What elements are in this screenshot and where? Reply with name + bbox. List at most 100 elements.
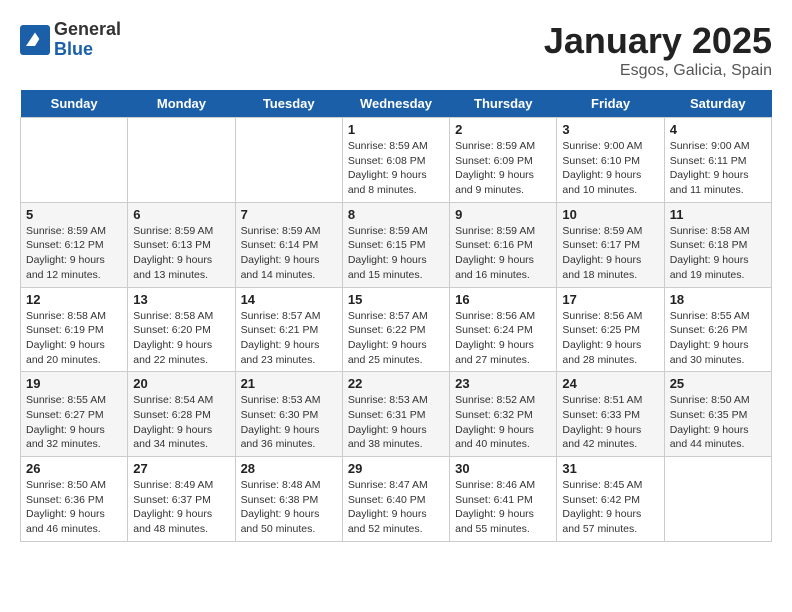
day-number: 2 — [455, 122, 551, 137]
calendar-cell — [21, 118, 128, 203]
day-info: Sunrise: 8:51 AM Sunset: 6:33 PM Dayligh… — [562, 393, 658, 452]
calendar-cell: 28 Sunrise: 8:48 AM Sunset: 6:38 PM Dayli… — [235, 457, 342, 542]
calendar-cell: 11 Sunrise: 8:58 AM Sunset: 6:18 PM Dayli… — [664, 202, 771, 287]
title-block: January 2025 Esgos, Galicia, Spain — [544, 20, 772, 80]
day-info: Sunrise: 8:53 AM Sunset: 6:30 PM Dayligh… — [241, 393, 337, 452]
calendar-cell — [235, 118, 342, 203]
logo-text: General Blue — [54, 20, 121, 60]
calendar-cell: 21 Sunrise: 8:53 AM Sunset: 6:30 PM Dayli… — [235, 372, 342, 457]
day-number: 11 — [670, 207, 766, 222]
calendar-cell: 19 Sunrise: 8:55 AM Sunset: 6:27 PM Dayli… — [21, 372, 128, 457]
day-info: Sunrise: 9:00 AM Sunset: 6:11 PM Dayligh… — [670, 139, 766, 198]
day-number: 20 — [133, 376, 229, 391]
calendar-cell: 29Sunrise: 8:47 AM Sunset: 6:40 PM Dayli… — [342, 457, 449, 542]
location-title: Esgos, Galicia, Spain — [544, 62, 772, 80]
weekday-header-tuesday: Tuesday — [235, 90, 342, 118]
day-info: Sunrise: 8:58 AM Sunset: 6:19 PM Dayligh… — [26, 309, 122, 368]
day-info: Sunrise: 8:57 AM Sunset: 6:21 PM Dayligh… — [241, 309, 337, 368]
calendar-cell: 30 Sunrise: 8:46 AM Sunset: 6:41 PM Dayli… — [450, 457, 557, 542]
day-info: Sunrise: 8:53 AM Sunset: 6:31 PM Dayligh… — [348, 393, 444, 452]
logo: General Blue — [20, 20, 121, 60]
day-info: Sunrise: 8:56 AM Sunset: 6:24 PM Dayligh… — [455, 309, 551, 368]
calendar-header: SundayMondayTuesdayWednesdayThursdayFrid… — [21, 90, 772, 118]
day-info: Sunrise: 8:45 AM Sunset: 6:42 PM Dayligh… — [562, 478, 658, 537]
calendar-cell: 15Sunrise: 8:57 AM Sunset: 6:22 PM Dayli… — [342, 287, 449, 372]
day-info: Sunrise: 8:59 AM Sunset: 6:16 PM Dayligh… — [455, 224, 551, 283]
weekday-header-saturday: Saturday — [664, 90, 771, 118]
calendar-cell: 22 Sunrise: 8:53 AM Sunset: 6:31 PM Dayli… — [342, 372, 449, 457]
calendar-cell: 23 Sunrise: 8:52 AM Sunset: 6:32 PM Dayli… — [450, 372, 557, 457]
calendar-cell: 17 Sunrise: 8:56 AM Sunset: 6:25 PM Dayli… — [557, 287, 664, 372]
calendar-week-row: 19 Sunrise: 8:55 AM Sunset: 6:27 PM Dayli… — [21, 372, 772, 457]
day-number: 14 — [241, 292, 337, 307]
day-info: Sunrise: 8:48 AM Sunset: 6:38 PM Dayligh… — [241, 478, 337, 537]
calendar-cell: 12Sunrise: 8:58 AM Sunset: 6:19 PM Dayli… — [21, 287, 128, 372]
weekday-header-monday: Monday — [128, 90, 235, 118]
day-number: 25 — [670, 376, 766, 391]
day-info: Sunrise: 8:46 AM Sunset: 6:41 PM Dayligh… — [455, 478, 551, 537]
day-info: Sunrise: 8:52 AM Sunset: 6:32 PM Dayligh… — [455, 393, 551, 452]
weekday-header-row: SundayMondayTuesdayWednesdayThursdayFrid… — [21, 90, 772, 118]
day-info: Sunrise: 8:59 AM Sunset: 6:09 PM Dayligh… — [455, 139, 551, 198]
day-number: 24 — [562, 376, 658, 391]
day-number: 22 — [348, 376, 444, 391]
logo-blue: Blue — [54, 40, 121, 60]
logo-icon — [20, 25, 50, 55]
calendar-cell: 20 Sunrise: 8:54 AM Sunset: 6:28 PM Dayli… — [128, 372, 235, 457]
day-number: 23 — [455, 376, 551, 391]
day-info: Sunrise: 8:49 AM Sunset: 6:37 PM Dayligh… — [133, 478, 229, 537]
calendar-cell: 7 Sunrise: 8:59 AM Sunset: 6:14 PM Daylig… — [235, 202, 342, 287]
day-number: 21 — [241, 376, 337, 391]
day-info: Sunrise: 8:54 AM Sunset: 6:28 PM Dayligh… — [133, 393, 229, 452]
logo-general: General — [54, 20, 121, 40]
day-number: 17 — [562, 292, 658, 307]
day-number: 1 — [348, 122, 444, 137]
page-header: General Blue January 2025 Esgos, Galicia… — [20, 20, 772, 80]
day-number: 4 — [670, 122, 766, 137]
day-number: 31 — [562, 461, 658, 476]
day-number: 30 — [455, 461, 551, 476]
day-info: Sunrise: 8:59 AM Sunset: 6:17 PM Dayligh… — [562, 224, 658, 283]
day-number: 28 — [241, 461, 337, 476]
calendar-cell: 27Sunrise: 8:49 AM Sunset: 6:37 PM Dayli… — [128, 457, 235, 542]
calendar-cell: 8Sunrise: 8:59 AM Sunset: 6:15 PM Daylig… — [342, 202, 449, 287]
calendar-cell: 26Sunrise: 8:50 AM Sunset: 6:36 PM Dayli… — [21, 457, 128, 542]
day-info: Sunrise: 8:58 AM Sunset: 6:18 PM Dayligh… — [670, 224, 766, 283]
day-info: Sunrise: 8:56 AM Sunset: 6:25 PM Dayligh… — [562, 309, 658, 368]
weekday-header-friday: Friday — [557, 90, 664, 118]
day-info: Sunrise: 8:59 AM Sunset: 6:08 PM Dayligh… — [348, 139, 444, 198]
day-info: Sunrise: 8:59 AM Sunset: 6:12 PM Dayligh… — [26, 224, 122, 283]
day-number: 19 — [26, 376, 122, 391]
day-number: 7 — [241, 207, 337, 222]
day-info: Sunrise: 8:55 AM Sunset: 6:27 PM Dayligh… — [26, 393, 122, 452]
day-number: 5 — [26, 207, 122, 222]
calendar-cell: 18Sunrise: 8:55 AM Sunset: 6:26 PM Dayli… — [664, 287, 771, 372]
calendar-cell: 24 Sunrise: 8:51 AM Sunset: 6:33 PM Dayli… — [557, 372, 664, 457]
day-number: 13 — [133, 292, 229, 307]
day-info: Sunrise: 8:50 AM Sunset: 6:35 PM Dayligh… — [670, 393, 766, 452]
day-info: Sunrise: 8:59 AM Sunset: 6:14 PM Dayligh… — [241, 224, 337, 283]
calendar-cell: 31 Sunrise: 8:45 AM Sunset: 6:42 PM Dayli… — [557, 457, 664, 542]
day-number: 15 — [348, 292, 444, 307]
day-info: Sunrise: 8:50 AM Sunset: 6:36 PM Dayligh… — [26, 478, 122, 537]
calendar-cell: 1 Sunrise: 8:59 AM Sunset: 6:08 PM Daylig… — [342, 118, 449, 203]
calendar-cell: 9Sunrise: 8:59 AM Sunset: 6:16 PM Daylig… — [450, 202, 557, 287]
calendar-table: SundayMondayTuesdayWednesdayThursdayFrid… — [20, 90, 772, 542]
day-info: Sunrise: 8:59 AM Sunset: 6:15 PM Dayligh… — [348, 224, 444, 283]
day-info: Sunrise: 8:59 AM Sunset: 6:13 PM Dayligh… — [133, 224, 229, 283]
calendar-week-row: 5 Sunrise: 8:59 AM Sunset: 6:12 PM Daylig… — [21, 202, 772, 287]
calendar-week-row: 26Sunrise: 8:50 AM Sunset: 6:36 PM Dayli… — [21, 457, 772, 542]
calendar-cell: 25 Sunrise: 8:50 AM Sunset: 6:35 PM Dayli… — [664, 372, 771, 457]
calendar-cell: 10 Sunrise: 8:59 AM Sunset: 6:17 PM Dayli… — [557, 202, 664, 287]
day-number: 3 — [562, 122, 658, 137]
weekday-header-wednesday: Wednesday — [342, 90, 449, 118]
calendar-cell: 2 Sunrise: 8:59 AM Sunset: 6:09 PM Daylig… — [450, 118, 557, 203]
calendar-cell: 4 Sunrise: 9:00 AM Sunset: 6:11 PM Daylig… — [664, 118, 771, 203]
calendar-cell: 6 Sunrise: 8:59 AM Sunset: 6:13 PM Daylig… — [128, 202, 235, 287]
month-title: January 2025 — [544, 20, 772, 62]
day-number: 10 — [562, 207, 658, 222]
day-number: 29 — [348, 461, 444, 476]
day-info: Sunrise: 8:55 AM Sunset: 6:26 PM Dayligh… — [670, 309, 766, 368]
calendar-body: 1 Sunrise: 8:59 AM Sunset: 6:08 PM Daylig… — [21, 118, 772, 542]
day-number: 6 — [133, 207, 229, 222]
